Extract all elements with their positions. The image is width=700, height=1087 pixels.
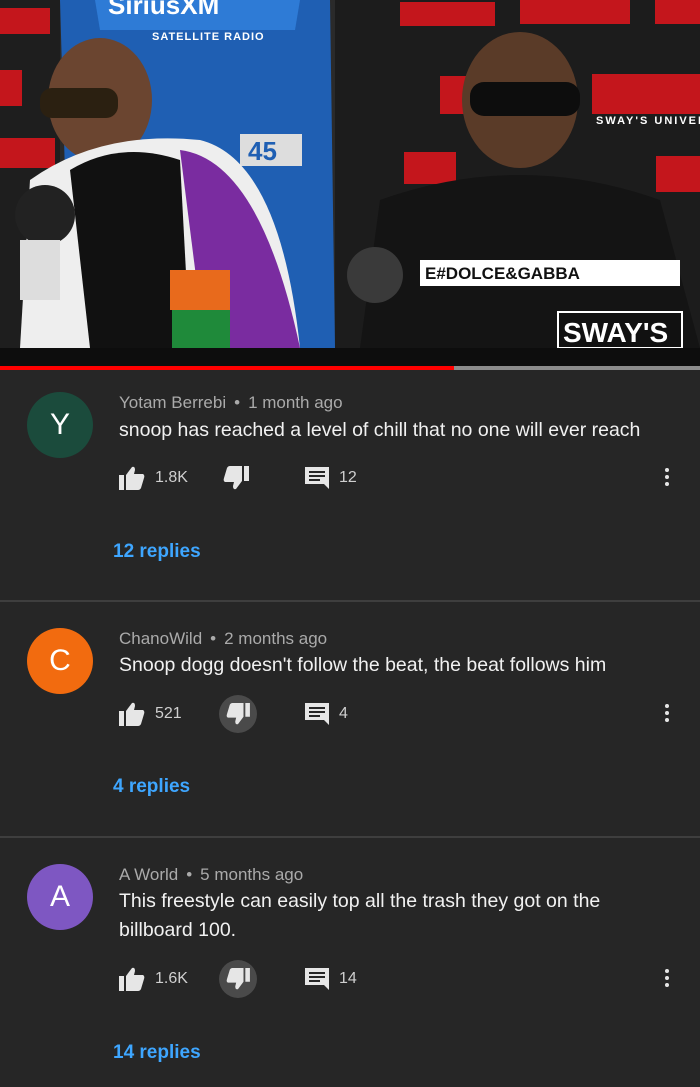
like-button[interactable]: 1.8K [119, 458, 188, 498]
avatar[interactable]: Y [27, 392, 93, 458]
comment-meta: A World • 5 months ago [119, 865, 303, 885]
like-button[interactable]: 521 [119, 694, 182, 734]
thumb-down-icon [226, 703, 250, 725]
thumb-up-icon [119, 702, 145, 726]
like-count: 521 [155, 705, 182, 722]
dislike-circle [219, 960, 257, 998]
comment-text: snoop has reached a level of chill that … [119, 419, 641, 441]
comment-text: This freestyle can easily top all the tr… [119, 890, 601, 941]
view-replies-link[interactable]: 14 replies [113, 1042, 201, 1064]
backdrop-brand: SWAY'S UNIVERSE [596, 115, 700, 127]
more-vert-icon[interactable] [665, 966, 671, 990]
video-player[interactable]: SiriusXM SATELLITE RADIO 45 SWAY'S UNIVE… [0, 0, 700, 348]
reply-button[interactable]: 4 [305, 694, 348, 734]
avatar[interactable]: A [27, 864, 93, 930]
comment-time: 5 months ago [200, 865, 304, 884]
dislike-button[interactable] [219, 694, 257, 734]
reply-count: 12 [339, 469, 357, 486]
thumb-up-icon [119, 466, 145, 490]
siriusxm-logo: SiriusXM [108, 0, 219, 20]
reply-count: 14 [339, 970, 357, 987]
comment-icon [305, 968, 329, 990]
comment-item: Y Yotam Berrebi • 1 month ago snoop has re… [0, 370, 700, 600]
comment-actions: 521 4 [119, 694, 699, 734]
more-vert-icon[interactable] [665, 465, 671, 489]
reply-button[interactable]: 14 [305, 959, 357, 999]
comment-time: 2 months ago [224, 629, 328, 648]
dislike-button[interactable] [219, 959, 257, 999]
meta-separator: • [210, 629, 217, 648]
dislike-button[interactable] [217, 458, 255, 498]
number-badge: 45 [248, 136, 277, 166]
comment-meta: Yotam Berrebi • 1 month ago [119, 393, 343, 413]
meta-separator: • [186, 865, 193, 884]
comment-item: C ChanoWild • 2 months ago Snoop dogg does… [0, 602, 700, 836]
comment-actions: 1.8K 12 [119, 458, 699, 498]
comment-icon [305, 703, 329, 725]
reply-button[interactable]: 12 [305, 458, 357, 498]
thumb-down-icon [226, 968, 250, 990]
satellite-radio-text: SATELLITE RADIO [152, 31, 265, 43]
meta-separator: • [234, 393, 241, 412]
comment-time: 1 month ago [248, 393, 343, 412]
reply-count: 4 [339, 705, 348, 722]
comment-meta: ChanoWild • 2 months ago [119, 629, 327, 649]
comment-author[interactable]: Yotam Berrebi [119, 393, 226, 412]
thumb-down-icon [223, 466, 249, 490]
sways-logo: SWAY'S [563, 317, 668, 348]
dislike-circle [217, 459, 255, 497]
like-count: 1.6K [155, 970, 188, 987]
shirt-text: E#DOLCE&GABBA [425, 264, 580, 283]
dislike-circle [219, 695, 257, 733]
view-replies-link[interactable]: 12 replies [113, 541, 201, 563]
comment-author[interactable]: A World [119, 865, 178, 884]
comment-author[interactable]: ChanoWild [119, 629, 202, 648]
view-replies-link[interactable]: 4 replies [113, 776, 190, 798]
video-frame: SiriusXM SATELLITE RADIO 45 SWAY'S UNIVE… [0, 0, 700, 348]
like-button[interactable]: 1.6K [119, 959, 188, 999]
like-count: 1.8K [155, 469, 188, 486]
thumb-up-icon [119, 967, 145, 991]
comment-icon [305, 467, 329, 489]
avatar[interactable]: C [27, 628, 93, 694]
comment-actions: 1.6K 14 [119, 959, 699, 999]
comment-item: A A World • 5 months ago This freestyle ca… [0, 838, 700, 1087]
more-vert-icon[interactable] [665, 701, 671, 725]
comment-text: Snoop dogg doesn't follow the beat, the … [119, 654, 607, 676]
